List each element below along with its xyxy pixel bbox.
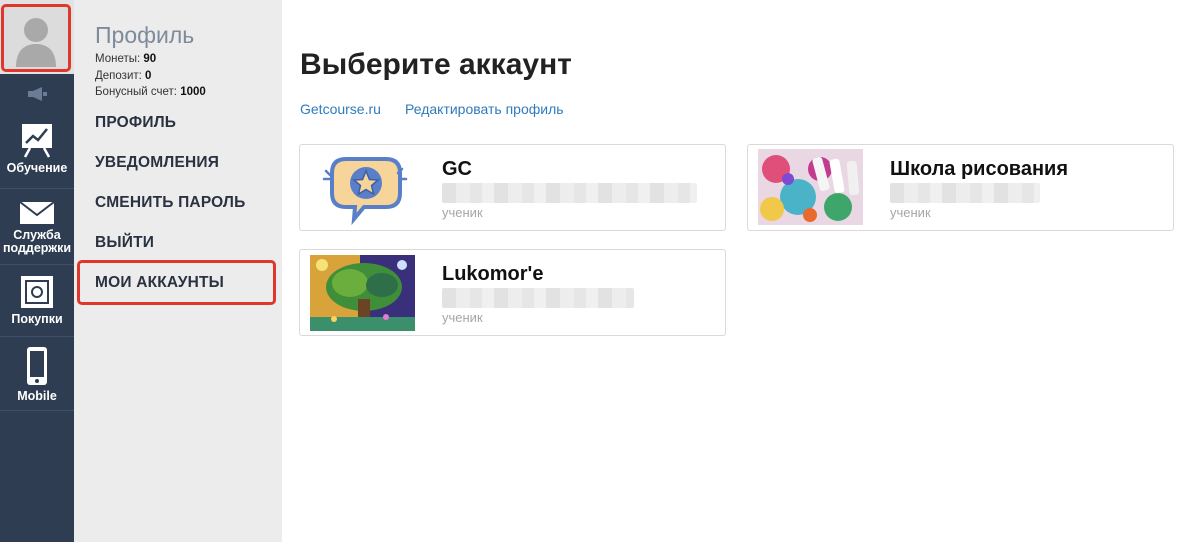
account-card-gc[interactable]: GC ученик xyxy=(299,144,726,231)
safe-icon xyxy=(21,276,53,308)
icon-rail: Обучение Служба поддержки Покупки Mobile xyxy=(0,0,74,542)
rail-label-purchases: Покупки xyxy=(11,312,63,326)
presentation-chart-icon xyxy=(22,124,52,158)
page-title: Выберите аккаунт xyxy=(300,48,572,81)
stat-label: Депозит: xyxy=(95,70,142,82)
menu-item-my-accounts[interactable]: МОИ АККАУНТЫ xyxy=(95,274,224,292)
megaphone-icon[interactable] xyxy=(0,76,74,112)
account-role: ученик xyxy=(442,310,483,325)
deposit-stat: Депозит: 0 xyxy=(95,70,151,82)
rail-label-mobile: Mobile xyxy=(17,389,57,403)
blurred-email xyxy=(442,183,697,203)
rail-item-mobile[interactable]: Mobile xyxy=(0,346,74,403)
rail-item-support[interactable]: Служба поддержки xyxy=(0,201,74,255)
avatar-container xyxy=(0,0,74,74)
stat-value: 0 xyxy=(145,70,152,82)
user-silhouette-icon xyxy=(16,18,56,67)
menu-item-logout[interactable]: ВЫЙТИ xyxy=(95,234,154,252)
rail-item-learning[interactable]: Обучение xyxy=(0,122,74,175)
menu-item-notifications[interactable]: УВЕДОМЛЕНИЯ xyxy=(95,154,219,172)
stat-value: 1000 xyxy=(180,86,206,98)
bonus-stat: Бонусный счет: 1000 xyxy=(95,86,206,98)
lukomore-thumbnail xyxy=(310,255,415,331)
rail-divider xyxy=(0,264,74,265)
mobile-phone-icon xyxy=(27,347,47,385)
account-name: Школа рисования xyxy=(890,158,1068,180)
blurred-email xyxy=(442,288,634,308)
getcourse-link[interactable]: Getcourse.ru xyxy=(300,101,381,117)
rail-label-support: Служба поддержки xyxy=(2,228,72,255)
rail-label-learning: Обучение xyxy=(6,161,68,175)
account-card-lukomore[interactable]: Lukomor'e ученик xyxy=(299,249,726,336)
rail-divider xyxy=(0,336,74,337)
stat-value: 90 xyxy=(143,53,157,65)
coins-stat: Монеты: 90 xyxy=(95,53,156,65)
account-role: ученик xyxy=(442,205,483,220)
sidebar-title: Профиль xyxy=(95,22,195,48)
edit-profile-link[interactable]: Редактировать профиль xyxy=(405,101,564,117)
account-name: GC xyxy=(442,158,472,180)
account-role: ученик xyxy=(890,205,931,220)
rail-item-purchases[interactable]: Покупки xyxy=(0,275,74,326)
profile-sidebar: Профиль Монеты: 90 Депозит: 0 Бонусный с… xyxy=(74,0,282,542)
avatar[interactable] xyxy=(1,4,71,72)
account-name: Lukomor'e xyxy=(442,263,544,285)
stat-label: Бонусный счет: xyxy=(95,86,177,98)
account-card-drawing-school[interactable]: Школа рисования ученик xyxy=(747,144,1174,231)
blurred-email xyxy=(890,183,1040,203)
stat-label: Монеты: xyxy=(95,53,141,65)
menu-item-profile[interactable]: ПРОФИЛЬ xyxy=(95,114,176,132)
rail-divider xyxy=(0,410,74,411)
gc-logo-icon xyxy=(310,149,415,225)
envelope-icon xyxy=(19,201,55,224)
rail-divider xyxy=(0,188,74,189)
menu-item-change-password[interactable]: СМЕНИТЬ ПАРОЛЬ xyxy=(95,194,245,212)
drawing-school-thumbnail xyxy=(758,149,863,225)
